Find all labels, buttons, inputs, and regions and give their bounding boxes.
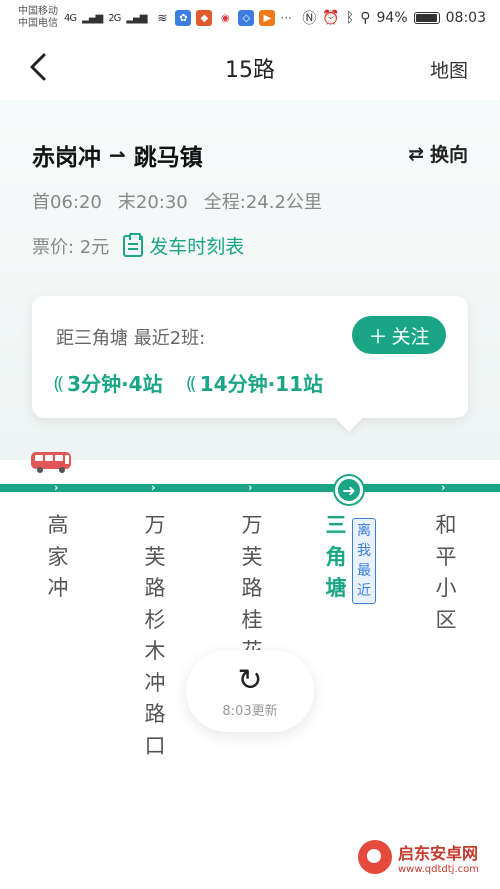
- carrier-names: 中国移动 中国电信: [18, 6, 58, 30]
- schedule-link[interactable]: 发车时刻表: [123, 232, 244, 259]
- arrival-label: 距三角塘 最近2班:: [56, 328, 206, 349]
- signal-bars-icon: ▂▄▆: [82, 12, 103, 24]
- nearest-tag-label: 离我最近: [357, 523, 371, 599]
- first-bus-time: 首06:20: [32, 192, 102, 213]
- arrival-item: ⸨ 14分钟·11站: [187, 368, 323, 397]
- red-app-icon: ◉: [217, 10, 234, 26]
- refresh-time: 8:03更新: [222, 703, 278, 719]
- chevron-right-icon: ›: [441, 481, 446, 494]
- route-destination: 跳马镇: [133, 145, 203, 171]
- status-bar: 中国移动 中国电信 4G ▂▄▆ 2G ▂▄▆ ≋ ✿ ◆ ◉ ◇ ▶ ··· …: [0, 0, 500, 36]
- station-name: 万芙路杉木冲路口: [144, 513, 166, 758]
- watermark-logo-icon: [358, 840, 392, 874]
- follow-label: 关注: [391, 325, 430, 348]
- chevron-right-icon: ›: [151, 481, 156, 494]
- nfc-icon: Ⓝ: [302, 11, 317, 27]
- swap-icon: ⇄: [408, 142, 424, 165]
- signal-bars-icon: ▂▄▆: [126, 12, 147, 24]
- chevron-right-icon: ›: [54, 481, 59, 494]
- route-origin: 赤岗冲: [32, 145, 101, 171]
- map-button[interactable]: 地图: [430, 56, 468, 83]
- nearest-tag: 离我最近: [352, 518, 376, 604]
- watermark: 启东安卓网 www.qdtdtj.com: [358, 833, 494, 881]
- wifi-icon: ≋: [154, 10, 171, 26]
- more-icon: ···: [280, 11, 292, 25]
- nav-header: 15路 地图: [0, 36, 500, 100]
- station-name: 三角塘: [325, 513, 347, 600]
- clipboard-icon: [123, 232, 144, 257]
- bus-icon: [31, 452, 71, 473]
- arrow-right-icon: ⇀: [109, 143, 126, 167]
- arrival-text: 3分钟·4站: [67, 372, 163, 396]
- chevron-right-icon: ›: [248, 481, 253, 494]
- arrival-text: 14分钟·11站: [199, 372, 324, 396]
- carrier-1: 中国移动: [18, 6, 58, 17]
- signal-4g: 4G: [64, 12, 77, 24]
- station-item-current[interactable]: 三角塘: [321, 510, 351, 605]
- signal-2g: 2G: [108, 12, 121, 24]
- fare: 票价: 2元: [32, 236, 110, 258]
- station-item[interactable]: 万芙路杉木冲路口: [140, 510, 170, 762]
- battery-icon: [413, 12, 440, 24]
- notification-icons: ≋ ✿ ◆ ◉ ◇ ▶ ···: [154, 10, 292, 26]
- realtime-signal-icon: ⸨: [54, 372, 64, 394]
- refresh-button[interactable]: ↻ 8:03更新: [186, 650, 314, 732]
- alarm-icon: ⏰: [322, 10, 340, 26]
- route-distance: 全程:24.2公里: [203, 192, 322, 213]
- watermark-name: 启东安卓网: [398, 843, 479, 863]
- schedule-label: 发车时刻表: [149, 236, 245, 258]
- plus-icon: ＋: [368, 325, 388, 348]
- route-name: 赤岗冲 ⇀ 跳马镇: [32, 138, 203, 172]
- refresh-icon: ↻: [237, 662, 263, 698]
- watermark-text: 启东安卓网 www.qdtdtj.com: [398, 840, 479, 875]
- station-item[interactable]: 高家冲: [43, 510, 73, 605]
- orange-app-icon: ◆: [196, 10, 213, 26]
- follow-button[interactable]: ＋ 关注: [352, 316, 446, 354]
- play-app-icon: ▶: [259, 10, 276, 26]
- arrival-card: 距三角塘 最近2班: ＋ 关注 ⸨ 3分钟·4站 ⸨ 14分钟·11站: [32, 296, 468, 418]
- arrival-item: ⸨ 3分钟·4站: [54, 368, 163, 397]
- current-station-arrow-icon: ➜: [335, 476, 363, 504]
- station-item[interactable]: 和平小区: [431, 510, 461, 636]
- station-name: 和平小区: [435, 513, 457, 632]
- swap-direction-button[interactable]: ⇄ 换向: [408, 140, 468, 167]
- status-time: 08:03: [445, 10, 486, 26]
- route-times: 首06:20 末20:30 全程:24.2公里: [32, 188, 322, 214]
- chevron-left-icon[interactable]: [28, 52, 48, 90]
- bluetooth-icon: ᛒ: [345, 10, 355, 26]
- realtime-signal-icon: ⸨: [186, 372, 196, 394]
- location-icon: ⚲: [360, 10, 371, 26]
- last-bus-time: 末20:30: [117, 192, 188, 213]
- status-right: Ⓝ ⏰ ᛒ ⚲ 94% 08:03: [302, 8, 486, 28]
- blue-app-icon: ◇: [238, 10, 255, 26]
- station-name: 高家冲: [47, 513, 69, 600]
- fare-row: 票价: 2元 发车时刻表: [32, 232, 244, 259]
- arrival-list: ⸨ 3分钟·4站 ⸨ 14分钟·11站: [54, 368, 323, 397]
- paw-app-icon: ✿: [175, 10, 192, 26]
- swap-label: 换向: [429, 144, 468, 166]
- battery-percent: 94%: [376, 10, 408, 26]
- carrier-2: 中国电信: [18, 18, 58, 29]
- page-title: 15路: [225, 58, 275, 83]
- watermark-url: www.qdtdtj.com: [398, 863, 479, 875]
